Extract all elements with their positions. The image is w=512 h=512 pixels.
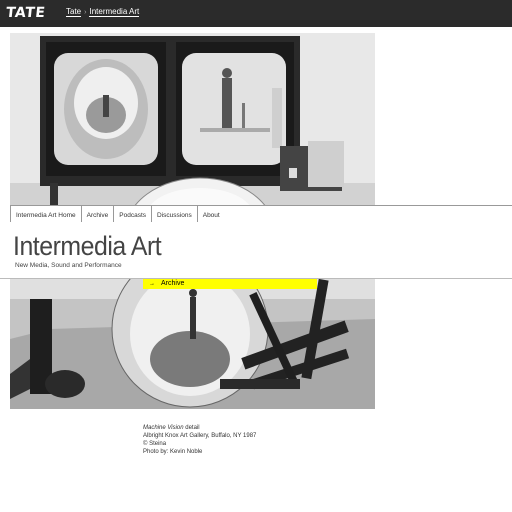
nav-item-archive[interactable]: Archive: [80, 206, 114, 222]
caption-line-2: Albright Knox Art Gallery, Buffalo, NY 1…: [143, 433, 257, 439]
page-title: Intermedia Art: [13, 231, 162, 261]
nav-item-about[interactable]: About: [196, 206, 225, 222]
nav-item-podcasts[interactable]: Podcasts: [113, 206, 151, 222]
arrow-right-icon: →: [149, 281, 155, 287]
caption-line-1: Machine Vision detail: [143, 424, 256, 432]
caption-line-4: Photo by: Kevin Noble: [143, 449, 203, 455]
caption-line-3: © Steina: [143, 441, 167, 447]
top-bar: TATE Tate › Intermedia Art: [0, 0, 512, 27]
caption-work-title: Machine Vision: [143, 425, 184, 431]
nav-item-intermedia-art-home[interactable]: Intermedia Art Home: [10, 206, 81, 222]
breadcrumb-separator-icon: ›: [84, 9, 87, 16]
main-nav: Intermedia Art Home Archive Podcasts Dis…: [10, 206, 225, 228]
tate-logo[interactable]: TATE: [5, 5, 46, 21]
hero-image-bottom: [10, 279, 375, 409]
archive-link-label: Archive: [161, 280, 185, 287]
hero-image-top: [10, 33, 375, 205]
caption-work-suffix: detail: [183, 425, 200, 431]
page-subtitle: New Media, Sound and Performance: [15, 262, 122, 269]
breadcrumb-tate[interactable]: Tate: [66, 7, 82, 17]
breadcrumb: Tate › Intermedia Art: [66, 7, 140, 17]
archive-link-bar[interactable]: → Archive: [143, 279, 317, 289]
nav-item-discussions[interactable]: Discussions: [151, 206, 197, 222]
breadcrumb-intermedia-art[interactable]: Intermedia Art: [89, 7, 140, 17]
image-caption: Machine Vision detail Albright Knox Art …: [143, 424, 256, 456]
